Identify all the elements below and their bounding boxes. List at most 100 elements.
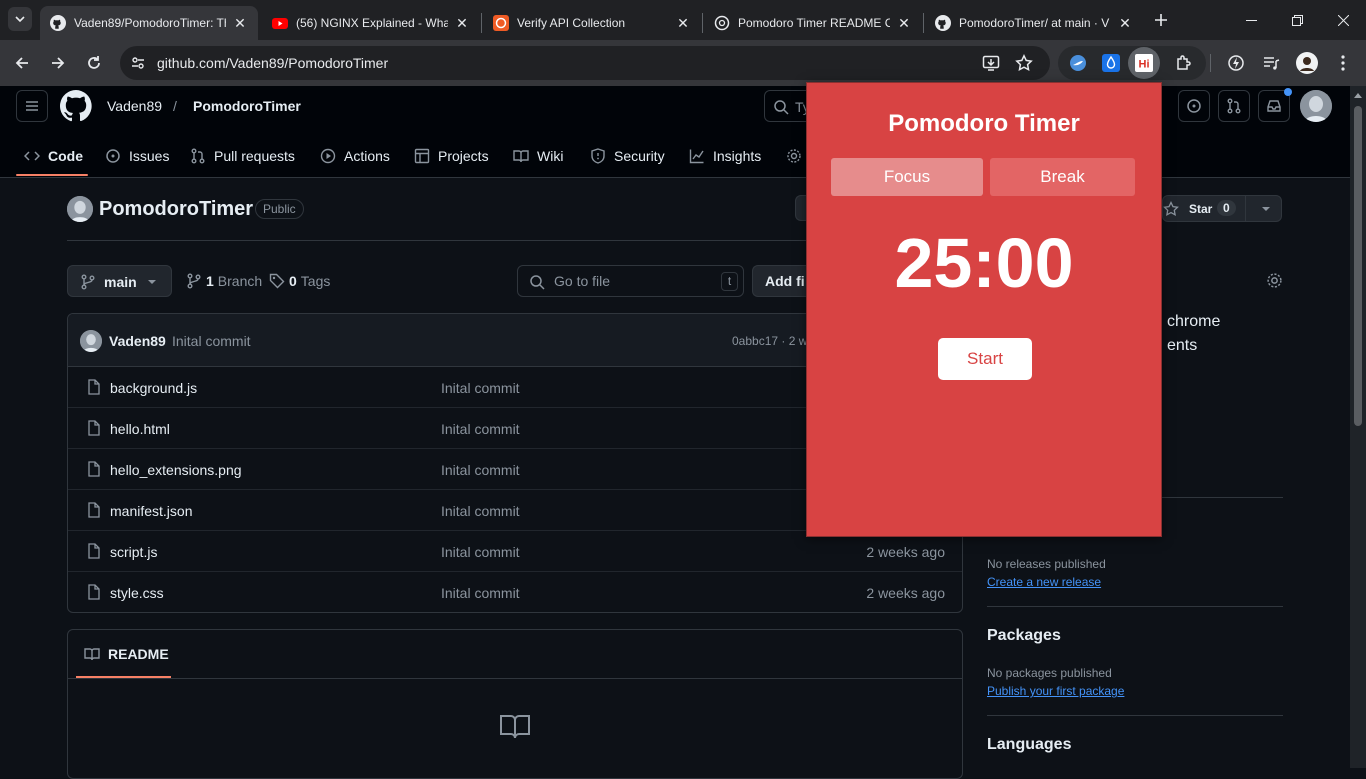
file-name[interactable]: background.js	[110, 380, 197, 396]
site-info-icon[interactable]	[130, 55, 146, 71]
tab-actions-label: Actions	[344, 148, 390, 164]
create-release-link[interactable]: Create a new release	[987, 575, 1101, 589]
branch-label: Branch	[217, 273, 263, 289]
go-to-file-input[interactable]: Go to file t	[517, 265, 744, 297]
branch-select[interactable]: main	[67, 265, 172, 297]
close-icon[interactable]: ✕	[896, 15, 912, 31]
issues-button[interactable]	[1178, 90, 1210, 122]
search-icon	[774, 100, 789, 115]
star-label: Star	[1189, 202, 1213, 216]
file-name[interactable]: style.css	[110, 585, 164, 601]
pull-requests-button[interactable]	[1218, 90, 1250, 122]
visibility-badge: Public	[255, 199, 304, 219]
tab-actions[interactable]: Actions	[320, 138, 390, 174]
shortcut-key: t	[721, 272, 738, 291]
arrow-left-icon	[15, 57, 28, 69]
focus-mode-button[interactable]: Focus	[831, 158, 983, 196]
browser-tab-github-tree[interactable]: PomodoroTimer/ at main · V ✕	[925, 6, 1143, 40]
new-tab-button[interactable]	[1145, 4, 1177, 36]
about-description-line-2: ents	[1167, 337, 1198, 354]
commit-meta[interactable]: 0abbc17 · 2 w	[732, 334, 807, 348]
star-button[interactable]: Star 0	[1162, 195, 1282, 222]
tab-security[interactable]: Security	[590, 138, 665, 174]
packages-empty-text: No packages published	[987, 666, 1112, 680]
back-button[interactable]	[6, 47, 38, 79]
branches-link[interactable]: 1 Branch	[186, 273, 262, 289]
break-mode-button[interactable]: Break	[990, 158, 1135, 196]
performance-button[interactable]	[1220, 47, 1252, 79]
file-commit-message[interactable]: Inital commit	[441, 421, 520, 437]
tab-code[interactable]: Code	[24, 138, 83, 174]
page-scrollbar[interactable]	[1350, 86, 1366, 768]
install-app-icon[interactable]	[982, 54, 1000, 72]
breadcrumb-repo[interactable]: PomodoroTimer	[193, 98, 301, 114]
close-icon[interactable]: ✕	[232, 15, 248, 31]
popup-title: Pomodoro Timer	[888, 110, 1080, 137]
repo-title[interactable]: PomodoroTimer	[99, 198, 253, 221]
forward-button[interactable]	[42, 47, 74, 79]
extensions-menu-button[interactable]	[1168, 47, 1200, 79]
tab-separator	[481, 13, 482, 33]
reload-button[interactable]	[78, 47, 110, 79]
extension-button[interactable]	[1095, 47, 1127, 79]
browser-tab-postman[interactable]: Verify API Collection ✕	[483, 6, 701, 40]
tab-search-button[interactable]	[8, 7, 32, 31]
reload-icon	[88, 56, 100, 69]
close-icon[interactable]: ✕	[454, 15, 470, 31]
tab-projects[interactable]: Projects	[414, 138, 489, 174]
minimize-button[interactable]	[1228, 0, 1274, 40]
media-button[interactable]	[1255, 47, 1287, 79]
repo-owner-avatar[interactable]	[67, 196, 93, 222]
file-commit-message[interactable]: Inital commit	[441, 462, 520, 478]
commit-message[interactable]: Inital commit	[172, 333, 251, 349]
gear-icon[interactable]	[1266, 272, 1283, 289]
pomodoro-extension-button[interactable]: Hi	[1128, 47, 1160, 79]
commit-author-avatar[interactable]	[80, 330, 102, 352]
browser-menu-button[interactable]	[1327, 47, 1359, 79]
hamburger-menu-button[interactable]	[16, 90, 48, 122]
file-commit-message[interactable]: Inital commit	[441, 503, 520, 519]
restore-button[interactable]	[1274, 0, 1320, 40]
breadcrumb-owner[interactable]: Vaden89	[107, 98, 162, 114]
browser-tab-chatgpt[interactable]: Pomodoro Timer README C ✕	[704, 6, 922, 40]
git-pull-request-icon	[191, 148, 205, 164]
close-icon[interactable]: ✕	[1117, 15, 1133, 31]
file-name[interactable]: hello_extensions.png	[110, 462, 242, 478]
commit-author[interactable]: Vaden89	[109, 333, 166, 349]
file-commit-message[interactable]: Inital commit	[441, 544, 520, 560]
bookmark-star-icon[interactable]	[1015, 54, 1033, 72]
extension-button[interactable]	[1062, 47, 1094, 79]
file-commit-message[interactable]: Inital commit	[441, 585, 520, 601]
tags-link[interactable]: 0 Tags	[269, 273, 330, 289]
github-logo-icon[interactable]	[60, 90, 92, 122]
extension-bird-icon	[1070, 55, 1086, 71]
scroll-up-icon[interactable]	[1354, 92, 1362, 98]
publish-package-link[interactable]: Publish your first package	[987, 684, 1124, 698]
triangle-down-icon[interactable]	[1261, 205, 1271, 213]
tab-issues[interactable]: Issues	[105, 138, 169, 174]
file-commit-message[interactable]: Inital commit	[441, 380, 520, 396]
start-button[interactable]: Start	[938, 338, 1032, 380]
packages-heading[interactable]: Packages	[987, 627, 1061, 645]
file-name[interactable]: manifest.json	[110, 503, 192, 519]
add-file-button[interactable]: Add fi	[752, 265, 808, 297]
address-bar[interactable]: github.com/Vaden89/PomodoroTimer	[120, 46, 1050, 80]
table-row[interactable]: style.css Inital commit 2 weeks ago	[68, 572, 962, 612]
tab-pull-requests[interactable]: Pull requests	[190, 138, 295, 174]
close-window-button[interactable]	[1320, 0, 1366, 40]
tab-insights[interactable]: Insights	[689, 138, 761, 174]
file-name[interactable]: hello.html	[110, 421, 170, 437]
user-avatar[interactable]	[1300, 90, 1332, 122]
tab-wiki[interactable]: Wiki	[513, 138, 563, 174]
close-icon[interactable]: ✕	[675, 15, 691, 31]
table-row[interactable]: script.js Inital commit 2 weeks ago	[68, 531, 962, 572]
about-description-line-1: chrome	[1167, 313, 1221, 330]
file-name[interactable]: script.js	[110, 544, 157, 560]
scrollbar-thumb[interactable]	[1354, 106, 1362, 426]
file-age: 2 weeks ago	[866, 585, 945, 601]
issue-opened-icon	[1187, 99, 1201, 113]
profile-button[interactable]	[1291, 47, 1323, 79]
browser-tab-youtube[interactable]: (56) NGINX Explained - Wha ✕	[262, 6, 480, 40]
readme-tab[interactable]: README	[84, 646, 169, 662]
browser-tab-github-repo[interactable]: Vaden89/PomodoroTimer: Th ✕	[40, 6, 258, 40]
